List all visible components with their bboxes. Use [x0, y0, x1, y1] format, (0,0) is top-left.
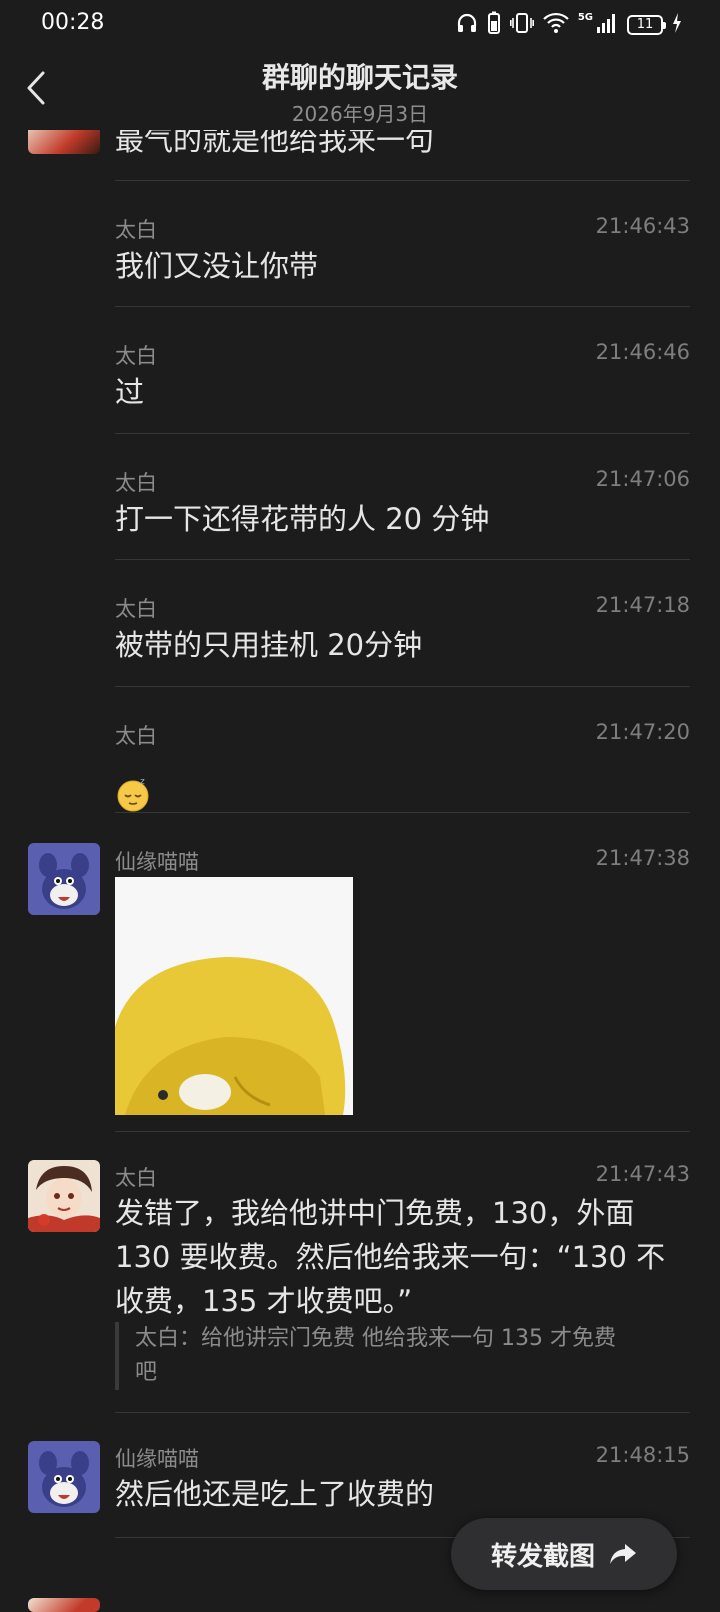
forward-button-label: 转发截图 [490, 1541, 595, 1572]
sender-name: 太白 [115, 344, 157, 368]
sleeping-face-emoji-icon: z [115, 776, 151, 812]
headphones-icon [456, 12, 478, 38]
status-icons: 5G 11 [456, 11, 682, 39]
vibrate-icon [509, 12, 534, 38]
wifi-icon [543, 12, 569, 38]
divider [115, 180, 690, 181]
sender-name: 太白 [115, 597, 157, 621]
quoted-reply[interactable]: 太白：给他讲宗门免费 他给我来一句 135 才免费 吧 [115, 1322, 685, 1390]
message-text: 被带的只用挂机 20分钟 [115, 628, 423, 662]
message-text: 过 [115, 375, 145, 409]
status-time: 00:28 [41, 10, 105, 35]
avatar[interactable] [28, 843, 100, 915]
message-text: 打一下还得花带的人 20 分钟 [115, 502, 490, 536]
timestamp: 21:47:20 [595, 720, 690, 744]
timestamp: 21:47:43 [595, 1162, 690, 1186]
sticker-image[interactable] [115, 877, 353, 1115]
timestamp: 21:47:06 [595, 467, 690, 491]
divider [115, 686, 690, 687]
forward-screenshot-button[interactable]: 转发截图 [451, 1518, 677, 1590]
status-bar: 00:28 5G 11 [0, 0, 720, 50]
sender-name: 太白 [115, 471, 157, 495]
battery-indicator: 11 [627, 15, 666, 35]
earbuds-battery-icon [487, 11, 501, 39]
timestamp: 21:47:38 [595, 846, 690, 870]
quote-line: 太白：给他讲宗门免费 他给我来一句 135 才免费 [135, 1326, 616, 1351]
page-subtitle-date: 2026年9月3日 [291, 102, 429, 126]
avatar[interactable] [28, 1441, 100, 1513]
sender-name: 仙缘喵喵 [115, 850, 199, 874]
message-text-line: 130 要收费。然后他给我来一句：“130 不 [115, 1240, 666, 1274]
message-text-line: 收费，135 才收费吧。” [115, 1284, 413, 1318]
sender-name: 太白 [115, 724, 157, 748]
sender-name: 太白 [115, 1166, 157, 1190]
message-text: 发错了，我给他讲中门免费，130，外面 130 要收费。然后他给我来一句：“13… [115, 1191, 695, 1323]
share-arrow-icon [610, 1544, 636, 1564]
timestamp: 21:48:15 [595, 1443, 690, 1467]
message-text: 然后他还是吃上了收费的 [115, 1477, 435, 1511]
charging-bolt-icon [672, 13, 682, 37]
avatar[interactable] [28, 1160, 100, 1232]
network-type: 5G [577, 12, 593, 23]
sender-name: 太白 [115, 218, 157, 242]
divider [115, 1412, 690, 1413]
quote-line: 吧 [135, 1360, 158, 1385]
sender-name: 仙缘喵喵 [115, 1447, 199, 1471]
message-text-line: 发错了，我给他讲中门免费，130，外面 [115, 1196, 635, 1230]
divider [115, 559, 690, 560]
divider [115, 1131, 690, 1132]
signal-icon [596, 12, 618, 38]
divider [115, 812, 690, 813]
message-text: 我们又没让你带 [115, 249, 319, 283]
divider [115, 306, 690, 307]
avatar[interactable] [28, 1598, 100, 1612]
timestamp: 21:46:46 [595, 340, 690, 364]
svg-text:z: z [140, 777, 145, 787]
divider [115, 433, 690, 434]
timestamp: 21:46:43 [595, 214, 690, 238]
page-title: 群聊的聊天记录 [261, 61, 458, 94]
timestamp: 21:47:18 [595, 593, 690, 617]
message-list[interactable]: 最气的就是他给我来一句 太白 21:46:43 我们又没让你带 太白 21:46… [0, 0, 720, 1612]
top-bar: 群聊的聊天记录 2026年9月3日 [0, 50, 720, 130]
